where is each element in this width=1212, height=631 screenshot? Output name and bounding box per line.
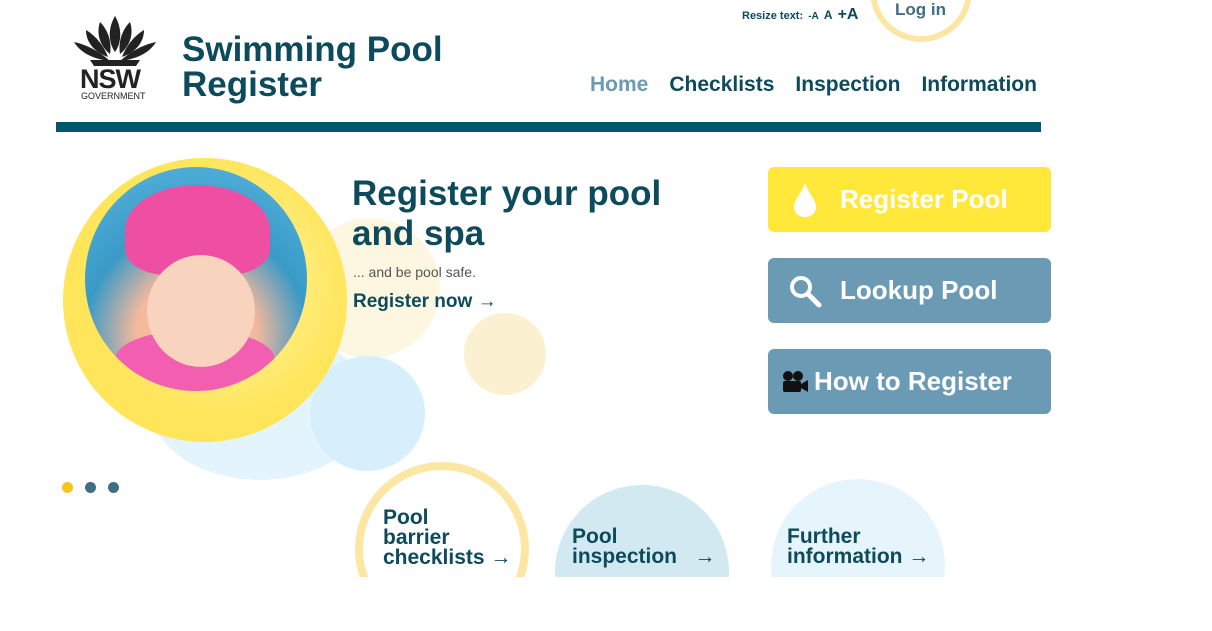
tile-label: Further information →: [787, 525, 930, 568]
nsw-government-logo[interactable]: NSW GOVERNMENT: [70, 14, 160, 104]
hero-child-photo: [85, 167, 307, 391]
arrow-right-icon: →: [490, 546, 512, 569]
water-drop-icon: [780, 182, 830, 218]
register-pool-button[interactable]: Register Pool: [768, 167, 1051, 232]
carousel-dot-2[interactable]: [85, 482, 96, 493]
nav-item-home[interactable]: Home: [590, 73, 648, 97]
tile-pool-barrier-checklists[interactable]: Pool barrier checklists →: [355, 462, 529, 577]
text-size-large-button[interactable]: +A: [838, 6, 859, 23]
arrow-right-icon: →: [694, 545, 716, 568]
carousel-dot-1[interactable]: [62, 482, 73, 493]
tile-label: Pool barrier checklists →: [383, 506, 512, 569]
site-title-line1: Swimming Pool: [182, 30, 443, 69]
resize-text-label: Resize text:: [742, 10, 804, 22]
how-to-register-button[interactable]: How to Register: [768, 349, 1051, 414]
logo-government-text: GOVERNMENT: [81, 91, 146, 101]
register-now-label: Register now: [353, 291, 473, 312]
main-nav: Home Checklists Inspection Information: [590, 73, 1037, 97]
nav-item-checklists[interactable]: Checklists: [669, 73, 774, 97]
magnifier-icon: [780, 274, 830, 308]
video-camera-icon: [780, 370, 810, 394]
text-size-small-button[interactable]: -A: [808, 11, 819, 22]
hero-title: Register your pool and spa: [352, 174, 672, 254]
nav-item-inspection[interactable]: Inspection: [795, 73, 900, 97]
text-size-medium-button[interactable]: A: [824, 8, 833, 22]
arrow-right-icon: →: [477, 291, 497, 312]
tile-label: Pool inspection →: [572, 525, 716, 568]
lookup-pool-button[interactable]: Lookup Pool: [768, 258, 1051, 323]
resize-text-control: Resize text: -A A +A: [742, 6, 858, 24]
header-divider: [56, 122, 1041, 132]
hero-subtitle: ... and be pool safe.: [353, 264, 476, 280]
register-pool-label: Register Pool: [840, 184, 1008, 214]
site-title[interactable]: Swimming Pool Register: [182, 32, 502, 102]
carousel-dot-3[interactable]: [108, 482, 119, 493]
decor-bubble: [310, 356, 425, 471]
login-link[interactable]: Log in: [895, 0, 946, 20]
waratah-icon: [74, 16, 156, 66]
tile-pool-inspection[interactable]: Pool inspection →: [555, 485, 729, 577]
hero-title-line1: Register your pool: [352, 174, 662, 213]
register-now-link[interactable]: Register now →: [353, 291, 497, 313]
hero-title-line2: and spa: [352, 214, 485, 253]
decor-bubble: [464, 313, 546, 395]
tile-further-information[interactable]: Further information →: [771, 479, 945, 577]
lookup-pool-label: Lookup Pool: [840, 275, 998, 305]
how-to-register-label: How to Register: [814, 366, 1012, 396]
arrow-right-icon: →: [908, 545, 930, 568]
nav-item-information[interactable]: Information: [921, 73, 1037, 97]
site-title-line2: Register: [182, 65, 323, 104]
